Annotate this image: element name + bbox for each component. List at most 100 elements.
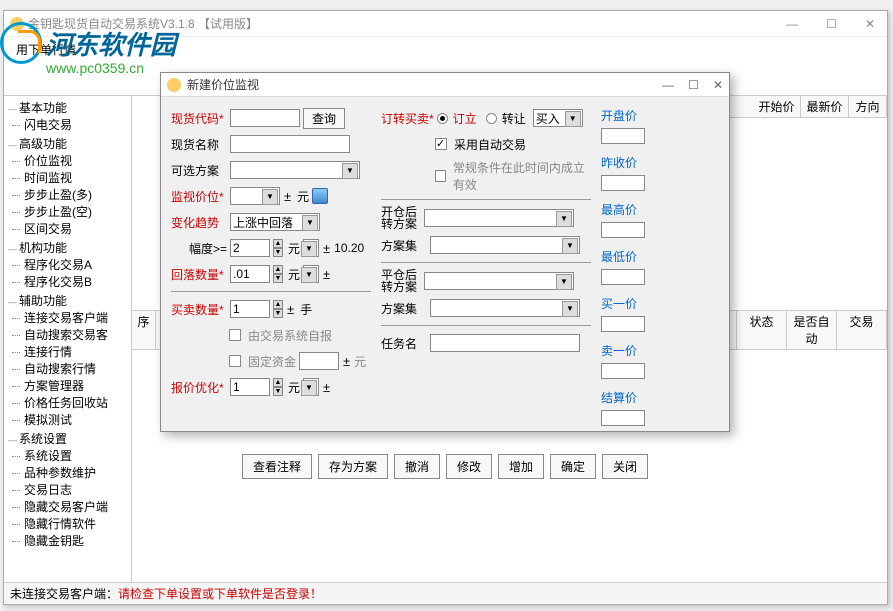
open-planset-combo[interactable] bbox=[430, 236, 580, 254]
radio-zhuanrang[interactable] bbox=[486, 113, 497, 124]
plan-combo[interactable] bbox=[230, 161, 360, 179]
tree-item[interactable]: 隐藏交易客户端 bbox=[8, 499, 127, 516]
price-label: 结算价 bbox=[601, 389, 651, 406]
tree-item[interactable]: 方案管理器 bbox=[8, 378, 127, 395]
tree-item[interactable]: 区间交易 bbox=[8, 221, 127, 238]
menu-item[interactable]: 用下单行情 bbox=[12, 39, 80, 60]
planset-label: 方案集 bbox=[381, 237, 427, 254]
tree-group[interactable]: 机构功能 bbox=[8, 238, 127, 257]
tree-item[interactable]: 闪电交易 bbox=[8, 117, 127, 134]
range-input[interactable] bbox=[230, 239, 270, 257]
tree-group[interactable]: 辅助功能 bbox=[8, 291, 127, 310]
statusbar: 未连接交易客户端： 请检查下单设置或下单软件是否登录！ bbox=[4, 582, 887, 604]
name-input[interactable] bbox=[230, 135, 350, 153]
trend-combo[interactable]: 上涨中回落 bbox=[230, 213, 320, 231]
tree-item[interactable]: 程序化交易A bbox=[8, 257, 127, 274]
tree-item[interactable]: 隐藏金钥匙 bbox=[8, 533, 127, 550]
cond-checkbox[interactable] bbox=[435, 170, 446, 182]
status-message: 请检查下单设置或下单软件是否登录！ bbox=[118, 585, 322, 602]
tree-item[interactable]: 程序化交易B bbox=[8, 274, 127, 291]
tree-item[interactable]: 模拟测试 bbox=[8, 412, 127, 429]
price-value-box bbox=[601, 410, 645, 426]
dialog-button[interactable]: 查看注释 bbox=[242, 454, 312, 479]
close-button[interactable]: ✕ bbox=[859, 15, 881, 33]
range-unit-combo[interactable] bbox=[303, 239, 319, 257]
tree-item[interactable]: 价位监视 bbox=[8, 153, 127, 170]
watch-label: 监视价位* bbox=[171, 188, 227, 205]
close-label2: 转方案 bbox=[381, 281, 417, 293]
main-title: 金钥匙现货自动交易系统V3.1.8 【试用版】 bbox=[28, 15, 780, 32]
fall-input[interactable] bbox=[230, 265, 270, 283]
dialog-maximize[interactable]: ☐ bbox=[688, 78, 699, 92]
price-label: 开盘价 bbox=[601, 107, 651, 124]
tree-item[interactable]: 连接行情 bbox=[8, 344, 127, 361]
price-value-box bbox=[601, 363, 645, 379]
price-value-box bbox=[601, 175, 645, 191]
code-input[interactable] bbox=[230, 109, 300, 127]
dialog-button[interactable]: 修改 bbox=[446, 454, 492, 479]
cond-label: 常规条件在此时间内成立有效 bbox=[453, 159, 591, 193]
plus-minus-icon[interactable]: ± bbox=[284, 189, 291, 204]
price-value-box bbox=[601, 128, 645, 144]
calculator-icon[interactable] bbox=[312, 188, 328, 204]
sys-self-checkbox[interactable] bbox=[229, 329, 241, 341]
fall-spinner[interactable]: ▲▼ bbox=[273, 265, 283, 283]
main-titlebar: 金钥匙现货自动交易系统V3.1.8 【试用版】 — ☐ ✕ bbox=[4, 11, 887, 37]
close-planset-combo[interactable] bbox=[430, 299, 580, 317]
tree-item[interactable]: 品种参数维护 bbox=[8, 465, 127, 482]
tree-item[interactable]: 自动搜索行情 bbox=[8, 361, 127, 378]
order-label: 订转买卖* bbox=[381, 110, 434, 127]
tree-group[interactable]: 系统设置 bbox=[8, 429, 127, 448]
range-label: 幅度>= bbox=[171, 240, 227, 257]
radio-dingli[interactable] bbox=[437, 113, 448, 124]
app-icon bbox=[10, 17, 24, 31]
opt-input[interactable] bbox=[230, 378, 270, 396]
tree-group[interactable]: 高级功能 bbox=[8, 134, 127, 153]
query-button[interactable]: 查询 bbox=[303, 108, 345, 129]
fixed-cap-checkbox[interactable] bbox=[229, 355, 241, 367]
trade-spinner[interactable]: ▲▼ bbox=[273, 300, 283, 318]
dialog-button[interactable]: 存为方案 bbox=[318, 454, 388, 479]
auto-trade-checkbox[interactable] bbox=[435, 138, 447, 150]
tree-item[interactable]: 系统设置 bbox=[8, 448, 127, 465]
tree-group[interactable]: 基本功能 bbox=[8, 98, 127, 117]
range-spinner[interactable]: ▲▼ bbox=[273, 239, 283, 257]
dialog-title: 新建价位监视 bbox=[187, 76, 662, 93]
close-plan-combo[interactable] bbox=[424, 272, 574, 290]
col-header: 序 bbox=[132, 311, 156, 349]
dialog-button-row: 查看注释存为方案撤消修改增加确定关闭 bbox=[161, 446, 729, 487]
price-label: 最高价 bbox=[601, 201, 651, 218]
opt-spinner[interactable]: ▲▼ bbox=[273, 378, 283, 396]
planset-label2: 方案集 bbox=[381, 300, 427, 317]
dialog-button[interactable]: 撤消 bbox=[394, 454, 440, 479]
dialog-button[interactable]: 关闭 bbox=[602, 454, 648, 479]
buy-combo[interactable]: 买入 bbox=[533, 109, 583, 127]
tree-item[interactable]: 连接交易客户端 bbox=[8, 310, 127, 327]
fixed-cap-input[interactable] bbox=[299, 352, 339, 370]
tree-item[interactable]: 步步止盈(空) bbox=[8, 204, 127, 221]
task-input[interactable] bbox=[430, 334, 580, 352]
sidebar-tree[interactable]: 基本功能闪电交易高级功能价位监视时间监视步步止盈(多)步步止盈(空)区间交易机构… bbox=[4, 96, 132, 601]
watch-combo[interactable] bbox=[230, 187, 280, 205]
dialog-new-price-monitor: 新建价位监视 — ☐ ✕ 现货代码* 查询 现货名称 可选方案 监视价位* bbox=[160, 72, 730, 432]
dialog-button[interactable]: 增加 bbox=[498, 454, 544, 479]
col-header: 状态 bbox=[737, 311, 787, 349]
maximize-button[interactable]: ☐ bbox=[820, 15, 843, 33]
tree-item[interactable]: 时间监视 bbox=[8, 170, 127, 187]
tree-item[interactable]: 隐藏行情软件 bbox=[8, 516, 127, 533]
task-label: 任务名 bbox=[381, 335, 427, 352]
minimize-button[interactable]: — bbox=[780, 15, 804, 33]
tree-item[interactable]: 交易日志 bbox=[8, 482, 127, 499]
trade-qty-input[interactable] bbox=[230, 300, 270, 318]
opt-unit-combo[interactable] bbox=[303, 378, 319, 396]
tree-item[interactable]: 步步止盈(多) bbox=[8, 187, 127, 204]
dialog-close[interactable]: ✕ bbox=[713, 78, 723, 92]
tree-item[interactable]: 自动搜索交易客 bbox=[8, 327, 127, 344]
open-plan-combo[interactable] bbox=[424, 209, 574, 227]
fall-unit-combo[interactable] bbox=[303, 265, 319, 283]
dialog-button[interactable]: 确定 bbox=[550, 454, 596, 479]
price-label: 买一价 bbox=[601, 295, 651, 312]
dialog-titlebar: 新建价位监视 — ☐ ✕ bbox=[161, 73, 729, 97]
dialog-minimize[interactable]: — bbox=[662, 78, 674, 92]
tree-item[interactable]: 价格任务回收站 bbox=[8, 395, 127, 412]
